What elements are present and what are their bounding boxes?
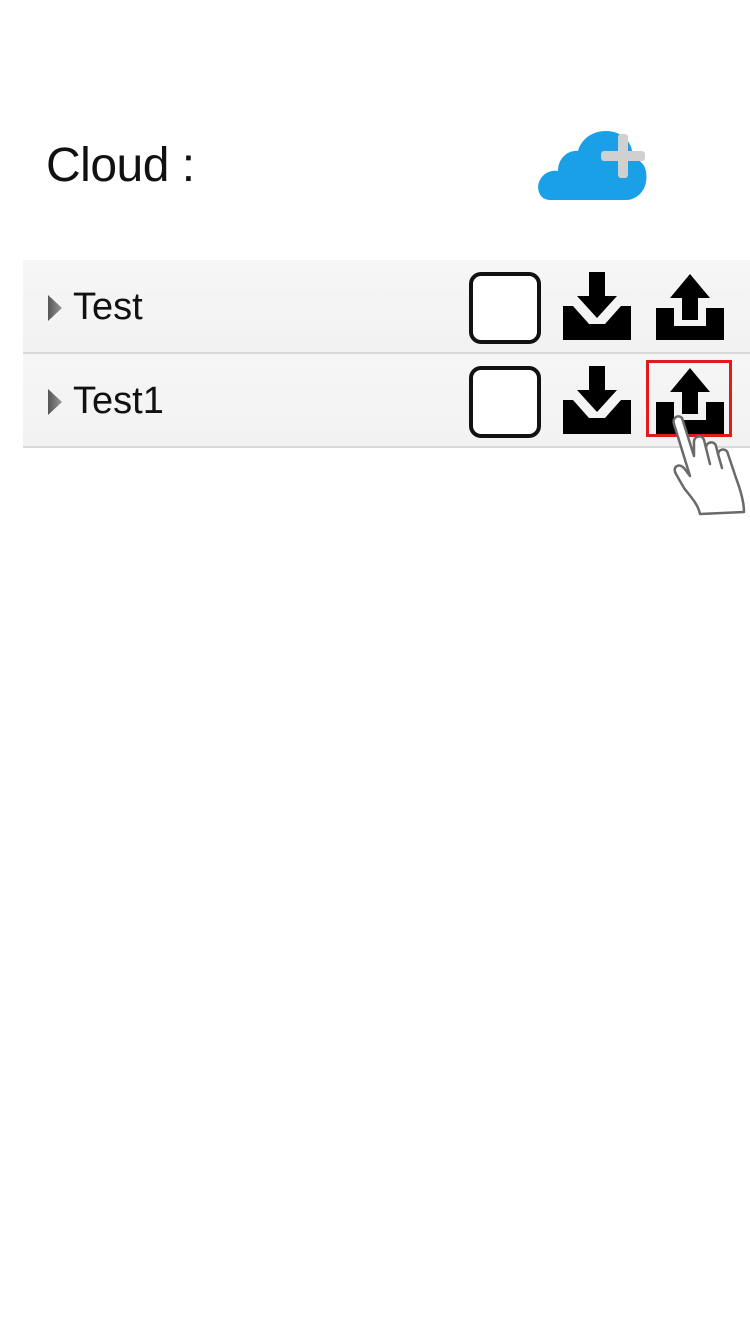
download-tray-icon <box>563 366 631 434</box>
upload-tray-icon <box>656 368 724 434</box>
upload-tray-icon <box>656 274 724 340</box>
triangle-right-icon <box>48 295 62 321</box>
upload-button[interactable] <box>654 364 726 436</box>
header: Cloud : <box>0 0 750 260</box>
download-button[interactable] <box>561 270 633 342</box>
folder-name: Test1 <box>73 380 164 422</box>
folder-checkbox[interactable] <box>469 272 541 344</box>
cloud-plus-icon <box>538 130 647 200</box>
folder-row: Test1 <box>23 354 750 448</box>
triangle-right-icon <box>48 389 62 415</box>
page-title: Cloud : <box>46 139 195 192</box>
upload-button[interactable] <box>654 270 726 342</box>
expand-toggle[interactable] <box>47 388 63 416</box>
add-cloud-button[interactable] <box>536 124 648 206</box>
download-button[interactable] <box>561 364 633 436</box>
folder-checkbox[interactable] <box>469 366 541 438</box>
folder-list: Test Test1 <box>23 260 750 448</box>
expand-toggle[interactable] <box>47 294 63 322</box>
folder-row: Test <box>23 260 750 354</box>
download-tray-icon <box>563 272 631 340</box>
folder-name: Test <box>73 286 143 328</box>
